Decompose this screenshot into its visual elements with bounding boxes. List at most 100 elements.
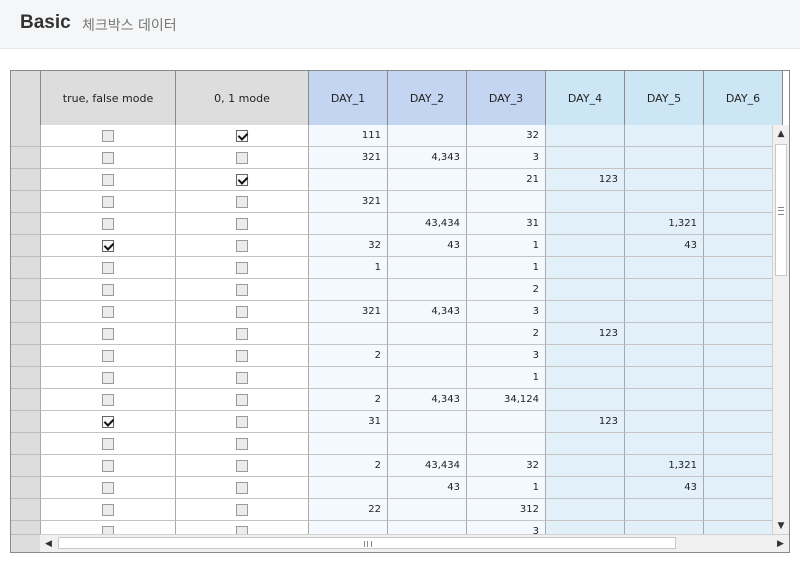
vertical-scrollbar[interactable]: ▲ ▼ [772,125,789,534]
true-false-checkbox[interactable] [102,437,114,450]
cell-day_2[interactable]: 43,434 [388,455,467,477]
cell-day_4[interactable] [546,433,625,455]
zero-one-checkbox[interactable] [236,217,248,230]
vertical-scroll-thumb[interactable] [775,144,787,276]
cell-day_1[interactable] [309,279,388,301]
zero-one-checkbox[interactable] [236,437,248,450]
cell-day_2[interactable]: 43 [388,235,467,257]
column-header-num[interactable]: 0, 1 mode [176,71,309,125]
cell-day_4[interactable] [546,389,625,411]
column-header-day_2[interactable]: DAY_2 [388,71,467,125]
true-false-checkbox[interactable] [102,305,114,318]
cell-day_5[interactable] [625,367,704,389]
cell-day_3[interactable] [467,433,546,455]
row-header-cell[interactable] [11,367,41,389]
row-header-cell[interactable] [11,279,41,301]
row-header-cell[interactable] [11,235,41,257]
column-header-day_4[interactable]: DAY_4 [546,71,625,125]
cell-day_1[interactable]: 321 [309,191,388,213]
cell-day_3[interactable]: 2 [467,323,546,345]
cell-day_5[interactable] [625,433,704,455]
zero-one-checkbox[interactable] [236,151,248,164]
cell-day_4[interactable] [546,301,625,323]
cell-day_5[interactable]: 43 [625,235,704,257]
cell-day_3[interactable]: 1 [467,477,546,499]
cell-day_4[interactable] [546,455,625,477]
cell-day_5[interactable] [625,389,704,411]
cell-day_4[interactable] [546,367,625,389]
cell-day_5[interactable]: 43 [625,477,704,499]
cell-day_3[interactable]: 2 [467,279,546,301]
scroll-up-arrow-icon[interactable]: ▲ [773,125,789,142]
cell-day_1[interactable] [309,433,388,455]
true-false-checkbox[interactable] [102,195,114,208]
column-header-day_1[interactable]: DAY_1 [309,71,388,125]
cell-day_4[interactable] [546,279,625,301]
cell-day_5[interactable] [625,257,704,279]
cell-day_1[interactable]: 31 [309,411,388,433]
cell-day_2[interactable] [388,433,467,455]
cell-day_2[interactable] [388,499,467,521]
cell-day_3[interactable]: 3 [467,147,546,169]
zero-one-checkbox[interactable] [236,459,248,472]
cell-day_3[interactable]: 3 [467,345,546,367]
horizontal-scrollbar[interactable]: ◀ ▶ [40,534,789,552]
zero-one-checkbox[interactable] [236,503,248,516]
cell-day_5[interactable] [625,301,704,323]
cell-day_4[interactable] [546,213,625,235]
cell-day_1[interactable]: 1 [309,257,388,279]
horizontal-scroll-thumb[interactable] [58,537,676,549]
zero-one-checkbox[interactable] [236,195,248,208]
cell-day_4[interactable] [546,477,625,499]
row-header-cell[interactable] [11,169,41,191]
cell-day_2[interactable] [388,125,467,147]
true-false-checkbox[interactable] [102,459,114,472]
row-header-cell[interactable] [11,477,41,499]
cell-day_5[interactable] [625,279,704,301]
column-header-bool[interactable]: true, false mode [41,71,176,125]
cell-day_1[interactable] [309,367,388,389]
row-header-cell[interactable] [11,345,41,367]
cell-day_2[interactable]: 4,343 [388,147,467,169]
cell-day_4[interactable] [546,345,625,367]
cell-day_4[interactable]: 123 [546,169,625,191]
true-false-checkbox[interactable] [102,327,114,340]
row-header-cell[interactable] [11,191,41,213]
true-false-checkbox[interactable] [102,349,114,362]
true-false-checkbox[interactable] [102,481,114,494]
true-false-checkbox[interactable] [102,261,114,274]
zero-one-checkbox[interactable] [236,129,248,142]
cell-day_1[interactable]: 32 [309,235,388,257]
row-header-cell[interactable] [11,323,41,345]
cell-day_3[interactable]: 32 [467,125,546,147]
cell-day_3[interactable] [467,191,546,213]
cell-day_2[interactable]: 4,343 [388,389,467,411]
true-false-checkbox[interactable] [102,239,114,252]
cell-day_5[interactable]: 1,321 [625,455,704,477]
true-false-checkbox[interactable] [102,129,114,142]
zero-one-checkbox[interactable] [236,327,248,340]
row-header-cell[interactable] [11,147,41,169]
cell-day_2[interactable] [388,257,467,279]
cell-day_5[interactable] [625,411,704,433]
cell-day_2[interactable] [388,279,467,301]
cell-day_1[interactable]: 2 [309,345,388,367]
row-header-cell[interactable] [11,389,41,411]
cell-day_5[interactable] [625,169,704,191]
true-false-checkbox[interactable] [102,151,114,164]
row-header-cell[interactable] [11,433,41,455]
zero-one-checkbox[interactable] [236,415,248,428]
zero-one-checkbox[interactable] [236,393,248,406]
cell-day_4[interactable]: 123 [546,323,625,345]
true-false-checkbox[interactable] [102,217,114,230]
cell-day_1[interactable] [309,477,388,499]
cell-day_5[interactable] [625,191,704,213]
cell-day_2[interactable] [388,411,467,433]
cell-day_2[interactable] [388,345,467,367]
cell-day_3[interactable]: 34,124 [467,389,546,411]
cell-day_4[interactable] [546,125,625,147]
cell-day_3[interactable]: 1 [467,235,546,257]
cell-day_2[interactable] [388,323,467,345]
zero-one-checkbox[interactable] [236,283,248,296]
true-false-checkbox[interactable] [102,371,114,384]
